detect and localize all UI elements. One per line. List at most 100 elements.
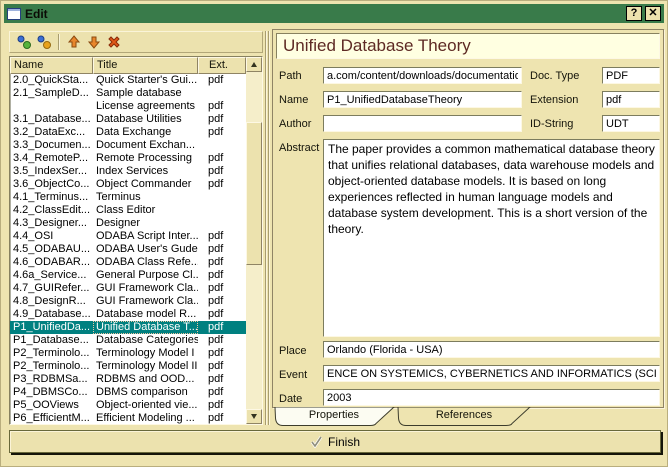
abstract-label: Abstract (279, 142, 319, 154)
event-input[interactable] (323, 365, 660, 382)
scroll-up-button[interactable] (246, 57, 262, 72)
list-item[interactable]: P2_Terminolo...Terminology Model Ipdf (10, 347, 246, 360)
list-item[interactable]: 3.4_RemoteP...Remote Processingpdf (10, 152, 246, 165)
name-label: Name (279, 94, 308, 106)
doc-name-cell: P5_OOViews (10, 399, 93, 412)
extension-input[interactable] (602, 91, 660, 108)
finish-button[interactable]: Finish (9, 430, 661, 453)
doc-title-cell: Index Services (93, 165, 198, 178)
doc-title-cell: Sample database (93, 87, 198, 100)
list-item[interactable]: 4.3_Designer...Designer (10, 217, 246, 230)
list-item[interactable]: License agreementspdf (10, 100, 246, 113)
list-item[interactable]: P2_Terminolo...Terminology Model IIpdf (10, 360, 246, 373)
doc-ext-cell: pdf (198, 412, 246, 424)
path-input[interactable] (323, 67, 522, 84)
doc-name-cell: 3.5_IndexSer... (10, 165, 93, 178)
author-label: Author (279, 118, 311, 130)
doc-ext-cell: pdf (198, 334, 246, 347)
list-item[interactable]: P3_RDBMSa...RDBMS and OOD...pdf (10, 373, 246, 386)
doc-type-input[interactable] (602, 67, 660, 84)
doc-title-cell: Database model R... (93, 308, 198, 321)
doc-ext-cell: pdf (198, 152, 246, 165)
id-string-label: ID-String (530, 118, 573, 130)
toolbar-separator (58, 34, 60, 50)
doc-name-cell: 3.6_ObjectCo... (10, 178, 93, 191)
tab-properties[interactable]: Properties (294, 409, 374, 421)
close-button[interactable]: ✕ (645, 6, 661, 21)
list-item[interactable]: 4.6_ODABAR...ODABA Class Refe...pdf (10, 256, 246, 269)
move-down-button[interactable] (84, 33, 104, 51)
scroll-down-icon (251, 414, 257, 419)
column-header-name[interactable]: Name (10, 57, 93, 74)
doc-name-cell: 4.8_DesignR... (10, 295, 93, 308)
doc-name-cell: 4.3_Designer... (10, 217, 93, 230)
id-string-input[interactable] (602, 115, 660, 132)
doc-title-cell: License agreements (93, 100, 198, 113)
date-label: Date (279, 393, 302, 405)
list-item[interactable]: P1_UnifiedDa...Unified Database T...pdf (10, 321, 246, 334)
doc-ext-cell: pdf (198, 256, 246, 269)
doc-title-cell: Remote Processing (93, 152, 198, 165)
doc-title-cell: Unified Database T... (93, 321, 198, 334)
help-button[interactable]: ? (626, 6, 642, 21)
doc-ext-cell: pdf (198, 282, 246, 295)
doc-list-body: 2.0_QuickSta...Quick Starter's Gui...pdf… (10, 74, 246, 424)
insert-icon (16, 34, 32, 50)
doc-title-cell: ODABA User's Gude (93, 243, 198, 256)
doc-name-cell: P4_DBMSCo... (10, 386, 93, 399)
list-item[interactable]: P5_OOViewsObject-oriented vie...pdf (10, 399, 246, 412)
list-item[interactable]: 4.5_ODABAU...ODABA User's Gudepdf (10, 243, 246, 256)
doc-ext-cell: pdf (198, 113, 246, 126)
abstract-textarea[interactable]: The paper provides a common mathematical… (323, 139, 660, 337)
link-button[interactable] (34, 33, 54, 51)
list-item[interactable]: 4.9_Database...Database model R...pdf (10, 308, 246, 321)
insert-button[interactable] (14, 33, 34, 51)
name-input[interactable] (323, 91, 522, 108)
list-item[interactable]: 4.2_ClassEdit...Class Editor (10, 204, 246, 217)
doc-ext-cell (198, 191, 246, 204)
list-item[interactable]: 4.4_OSIODABA Script Inter...pdf (10, 230, 246, 243)
list-item[interactable]: 3.2_DataExc...Data Exchangepdf (10, 126, 246, 139)
list-item[interactable]: 4.6a_Service...General Purpose Cl...pdf (10, 269, 246, 282)
column-header-title[interactable]: Title (93, 57, 198, 74)
doc-title-cell: ODABA Script Inter... (93, 230, 198, 243)
doc-name-cell: P3_RDBMSa... (10, 373, 93, 386)
list-item[interactable]: 4.7_GUIRefer...GUI Framework Cla...pdf (10, 282, 246, 295)
scroll-down-button[interactable] (246, 409, 262, 424)
extension-label: Extension (530, 94, 578, 106)
tab-bar: Properties References (272, 407, 664, 427)
list-item[interactable]: 3.3_Documen...Document Exchan... (10, 139, 246, 152)
list-item[interactable]: 4.1_Terminus...Terminus (10, 191, 246, 204)
place-input[interactable] (323, 341, 660, 358)
list-item[interactable]: P6_EfficientM...Efficient Modeling ...pd… (10, 412, 246, 424)
titlebar[interactable]: Edit ? ✕ (4, 4, 664, 23)
list-item[interactable]: P1_Database...Database Categoriespdf (10, 334, 246, 347)
doc-title-cell: ODABA Class Refe... (93, 256, 198, 269)
date-input[interactable] (323, 389, 660, 406)
scroll-thumb[interactable] (246, 122, 262, 265)
list-item[interactable]: P4_DBMSCo...DBMS comparisonpdf (10, 386, 246, 399)
delete-icon (106, 34, 122, 50)
doc-name-cell: 4.7_GUIRefer... (10, 282, 93, 295)
list-item[interactable]: 4.8_DesignR...GUI Framework Cla...pdf (10, 295, 246, 308)
splitter[interactable] (264, 31, 272, 425)
doc-ext-cell: pdf (198, 386, 246, 399)
list-item[interactable]: 3.1_Database...Database Utilitiespdf (10, 113, 246, 126)
doc-title-cell: GUI Framework Cla... (93, 295, 198, 308)
list-scrollbar[interactable] (246, 57, 262, 424)
list-item[interactable]: 3.5_IndexSer...Index Servicespdf (10, 165, 246, 178)
doc-title-cell: Database Categories (93, 334, 198, 347)
author-input[interactable] (323, 115, 522, 132)
list-item[interactable]: 3.6_ObjectCo...Object Commanderpdf (10, 178, 246, 191)
doc-ext-cell: pdf (198, 100, 246, 113)
doc-name-cell: 4.2_ClassEdit... (10, 204, 93, 217)
list-item[interactable]: 2.1_SampleD...Sample database (10, 87, 246, 100)
delete-button[interactable] (104, 33, 124, 51)
list-item[interactable]: 2.0_QuickSta...Quick Starter's Gui...pdf (10, 74, 246, 87)
move-up-button[interactable] (64, 33, 84, 51)
doc-ext-cell: pdf (198, 243, 246, 256)
doc-title-cell: Class Editor (93, 204, 198, 217)
column-header-ext[interactable]: Ext. (198, 57, 246, 74)
doc-ext-cell: pdf (198, 360, 246, 373)
tab-references[interactable]: References (414, 409, 514, 421)
